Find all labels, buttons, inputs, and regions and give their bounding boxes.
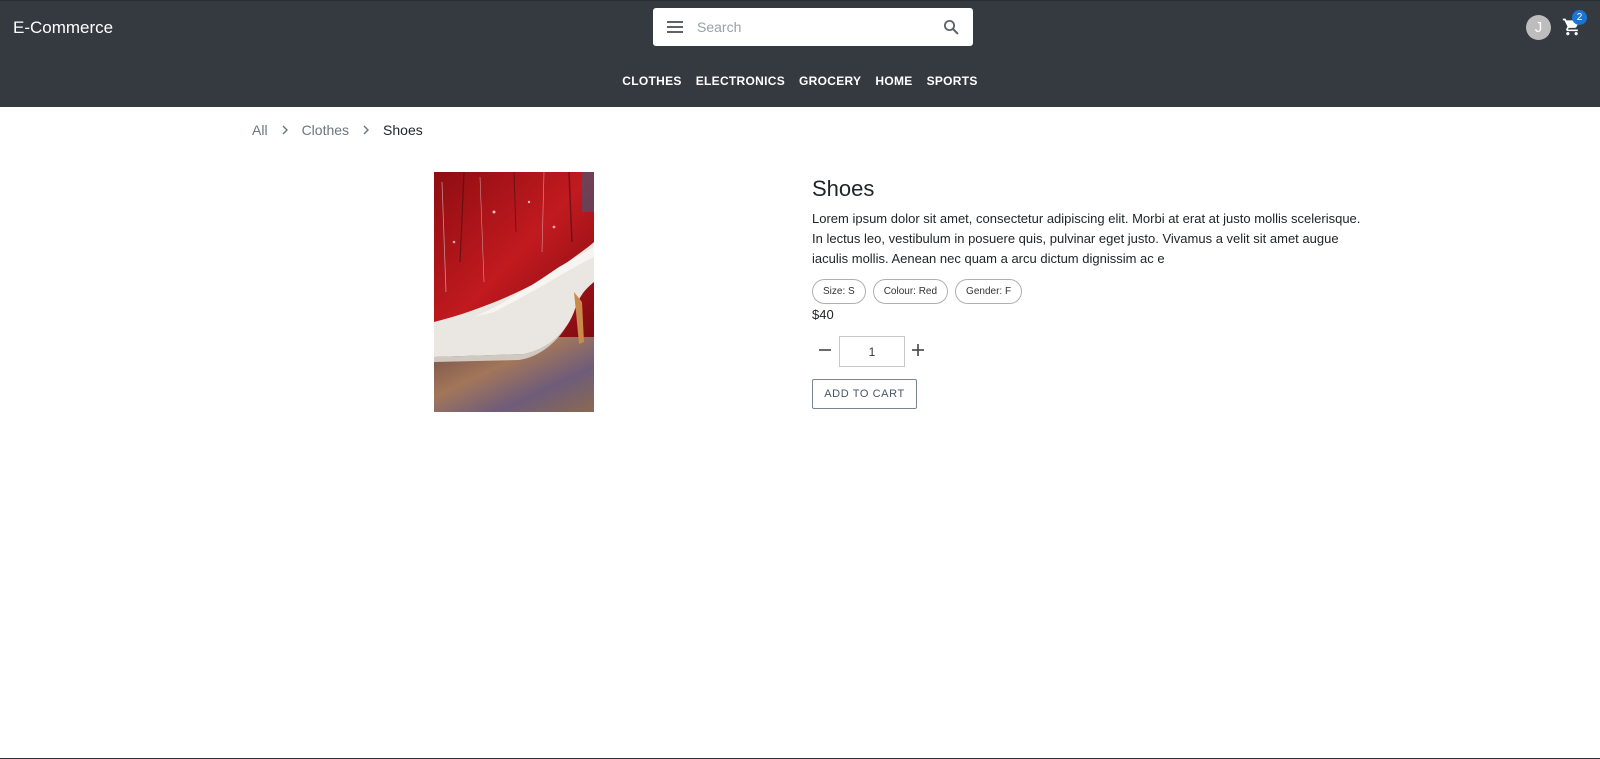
minus-icon[interactable] (816, 341, 834, 359)
quantity-input[interactable] (839, 336, 905, 367)
cart-count-badge: 2 (1572, 10, 1587, 25)
search-input[interactable] (697, 16, 927, 38)
nav-item-grocery[interactable]: GROCERY (793, 72, 867, 90)
product-image[interactable] (434, 172, 594, 412)
chevron-right-icon (282, 125, 288, 135)
search-icon[interactable] (942, 18, 960, 36)
nav-item-electronics[interactable]: ELECTRONICS (690, 72, 791, 90)
brand-logo[interactable]: E-Commerce (13, 18, 113, 38)
attribute-gender-chip[interactable]: Gender: F (955, 279, 1023, 304)
nav-item-clothes[interactable]: CLOTHES (616, 72, 687, 90)
avatar[interactable]: J (1526, 15, 1551, 40)
page-frame: E-Commerce J 2 CLOTHES ELECTRONICS GROCE… (0, 0, 1600, 759)
attribute-colour-chip[interactable]: Colour: Red (872, 279, 949, 304)
product-attributes: Size: S Colour: Red Gender: F (812, 279, 1023, 304)
product-description: Lorem ipsum dolor sit amet, consectetur … (812, 211, 1361, 266)
search-bar (653, 8, 973, 46)
breadcrumb-clothes[interactable]: Clothes (302, 122, 349, 138)
breadcrumb-all[interactable]: All (252, 122, 268, 138)
top-header: E-Commerce J 2 CLOTHES ELECTRONICS GROCE… (0, 1, 1600, 107)
add-to-cart-button[interactable]: ADD TO CART (812, 379, 917, 409)
attribute-size-chip[interactable]: Size: S (812, 279, 866, 304)
plus-icon[interactable] (909, 341, 927, 359)
breadcrumb-current: Shoes (383, 122, 423, 138)
breadcrumb: All Clothes Shoes (252, 122, 423, 138)
product-title: Shoes (812, 176, 875, 201)
chevron-right-icon (363, 125, 370, 135)
product-price: $40 (812, 307, 834, 322)
nav-item-home[interactable]: HOME (869, 72, 918, 90)
menu-icon[interactable] (665, 19, 685, 35)
category-nav: CLOTHES ELECTRONICS GROCERY HOME SPORTS (0, 72, 1600, 90)
nav-item-sports[interactable]: SPORTS (921, 72, 984, 90)
